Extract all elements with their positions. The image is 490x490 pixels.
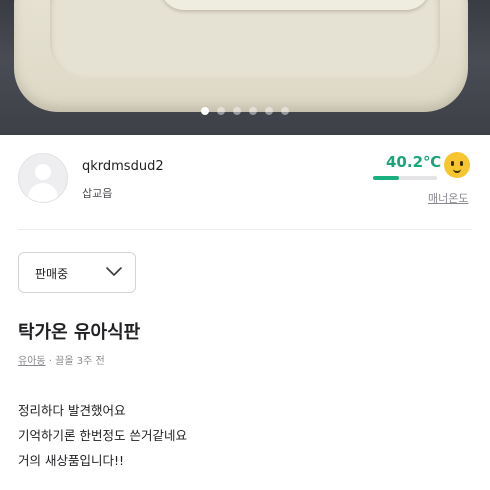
divider <box>18 229 472 230</box>
seller-profile[interactable]: qkrdmsdud2 삽교읍 40.2℃ 매너온도 <box>0 135 490 225</box>
description-line: 정리하다 발견했어요 <box>18 403 126 418</box>
carousel-dot[interactable] <box>249 107 257 115</box>
carousel-dot[interactable] <box>233 107 241 115</box>
seller-nickname[interactable]: qkrdmsdud2 <box>82 159 164 174</box>
manner-temperature-value: 40.2℃ <box>386 153 442 171</box>
post-meta: 유아동 · 끌올 3주 전 <box>18 352 105 367</box>
post-time: 끌올 3주 전 <box>55 356 105 367</box>
avatar[interactable] <box>18 153 68 203</box>
post-category[interactable]: 유아동 <box>18 356 46 367</box>
post-title: 탁가온 유아식판 <box>18 322 141 343</box>
carousel-dot[interactable] <box>217 107 225 115</box>
carousel-dot[interactable] <box>201 107 209 115</box>
manner-temperature-link[interactable]: 매너온도 <box>428 190 468 206</box>
description-line: 거의 새상품입니다!! <box>18 453 124 468</box>
chevron-down-icon <box>106 267 122 276</box>
post-description: 정리하다 발견했어요 기억하기론 한번정도 쓴거같네요 거의 새상품입니다!! <box>18 398 187 473</box>
product-image-carousel[interactable] <box>0 0 490 135</box>
product-photo-tray <box>14 0 468 112</box>
sale-status-select[interactable]: 판매중 <box>18 252 136 293</box>
manner-temperature-bar-fill <box>373 176 399 180</box>
carousel-dot[interactable] <box>281 107 289 115</box>
sale-status-value: 판매중 <box>35 267 69 281</box>
carousel-dot[interactable] <box>265 107 273 115</box>
description-line: 기억하기론 한번정도 쓴거같네요 <box>18 428 187 443</box>
meta-separator: · <box>48 356 52 367</box>
product-photo-spoon <box>160 0 430 10</box>
smiling-face-icon <box>444 152 470 178</box>
manner-temperature-bar <box>373 176 437 180</box>
seller-region: 삽교읍 <box>82 187 113 200</box>
carousel-indicator[interactable] <box>0 107 490 115</box>
